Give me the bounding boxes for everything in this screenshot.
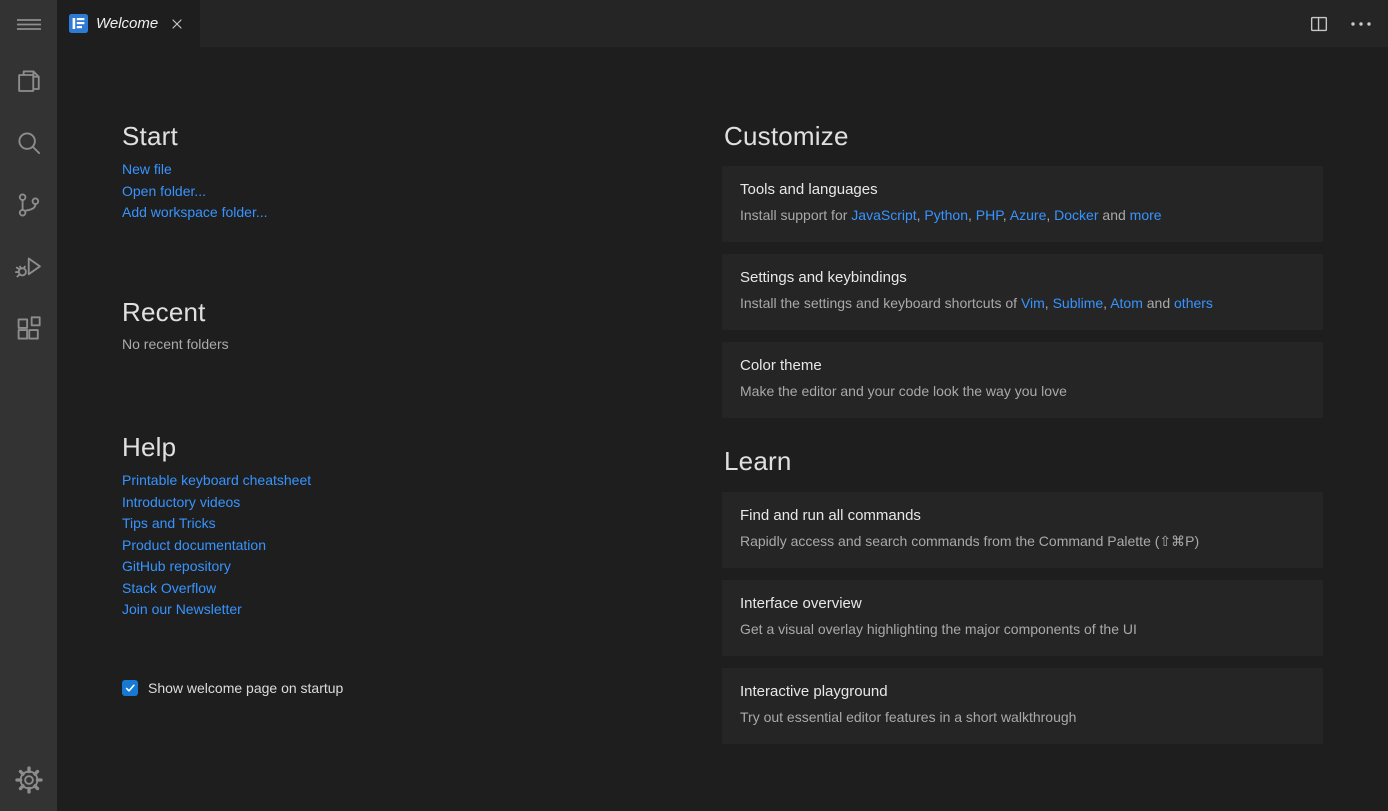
inline-link[interactable]: Sublime: [1053, 295, 1104, 311]
run-debug-icon[interactable]: [0, 236, 57, 298]
explorer-files-icon[interactable]: [0, 50, 57, 112]
inline-link[interactable]: Atom: [1110, 295, 1143, 311]
tab-label: Welcome: [96, 15, 158, 32]
startup-checkbox-label: Show welcome page on startup: [148, 680, 343, 696]
card-title: Interface overview: [740, 595, 1305, 612]
tab-welcome[interactable]: Welcome: [57, 0, 200, 47]
close-icon[interactable]: [168, 15, 186, 33]
card-description: Get a visual overlay highlighting the ma…: [740, 620, 1305, 638]
link-stack-overflow[interactable]: Stack Overflow: [122, 578, 311, 600]
inline-link[interactable]: Vim: [1021, 295, 1045, 311]
card-description: Install the settings and keyboard shortc…: [740, 294, 1305, 312]
help-heading: Help: [122, 432, 176, 463]
menu-icon[interactable]: [0, 0, 57, 47]
card-title: Color theme: [740, 357, 1305, 374]
customize-heading: Customize: [724, 121, 849, 152]
inline-link[interactable]: more: [1130, 207, 1162, 223]
split-editor-icon[interactable]: [1308, 13, 1330, 35]
start-links: New file Open folder... Add workspace fo…: [122, 159, 268, 224]
inline-link[interactable]: Python: [924, 207, 968, 223]
search-icon[interactable]: [0, 112, 57, 174]
link-join-newsletter[interactable]: Join our Newsletter: [122, 599, 311, 621]
card-color-theme[interactable]: Color theme Make the editor and your cod…: [722, 342, 1323, 418]
card-title: Tools and languages: [740, 181, 1305, 198]
link-keyboard-cheatsheet[interactable]: Printable keyboard cheatsheet: [122, 470, 311, 492]
ellipsis-icon[interactable]: [1350, 21, 1372, 27]
extensions-icon[interactable]: [0, 298, 57, 360]
recent-heading: Recent: [122, 297, 206, 328]
link-new-file[interactable]: New file: [122, 159, 268, 181]
link-open-folder[interactable]: Open folder...: [122, 181, 268, 203]
card-title: Find and run all commands: [740, 507, 1305, 524]
card-description: Make the editor and your code look the w…: [740, 382, 1305, 400]
link-introductory-videos[interactable]: Introductory videos: [122, 492, 311, 514]
show-welcome-on-startup[interactable]: Show welcome page on startup: [122, 680, 343, 696]
tab-bar: Welcome: [57, 0, 1388, 47]
startup-checkbox[interactable]: [122, 680, 138, 696]
link-add-workspace-folder[interactable]: Add workspace folder...: [122, 202, 268, 224]
link-product-documentation[interactable]: Product documentation: [122, 535, 311, 557]
welcome-page-icon: [69, 14, 88, 33]
source-control-icon[interactable]: [0, 174, 57, 236]
learn-heading: Learn: [724, 446, 792, 477]
inline-link[interactable]: others: [1174, 295, 1213, 311]
card-description: Install support for JavaScript, Python, …: [740, 206, 1305, 224]
card-find-run-commands[interactable]: Find and run all commands Rapidly access…: [722, 492, 1323, 568]
help-links: Printable keyboard cheatsheet Introducto…: [122, 470, 311, 621]
card-title: Interactive playground: [740, 683, 1305, 700]
inline-link[interactable]: JavaScript: [851, 207, 916, 223]
start-heading: Start: [122, 121, 178, 152]
inline-link[interactable]: Docker: [1054, 207, 1098, 223]
activity-bar: [0, 0, 57, 811]
link-tips-and-tricks[interactable]: Tips and Tricks: [122, 513, 311, 535]
card-description: Rapidly access and search commands from …: [740, 532, 1305, 550]
welcome-page: Start New file Open folder... Add worksp…: [57, 47, 1388, 811]
inline-link[interactable]: PHP: [976, 207, 1003, 223]
inline-link[interactable]: Azure: [1010, 207, 1047, 223]
card-settings-and-keybindings[interactable]: Settings and keybindings Install the set…: [722, 254, 1323, 330]
card-interactive-playground[interactable]: Interactive playground Try out essential…: [722, 668, 1323, 744]
card-interface-overview[interactable]: Interface overview Get a visual overlay …: [722, 580, 1323, 656]
settings-gear-icon[interactable]: [0, 756, 57, 803]
link-github-repository[interactable]: GitHub repository: [122, 556, 311, 578]
card-tools-and-languages[interactable]: Tools and languages Install support for …: [722, 166, 1323, 242]
card-title: Settings and keybindings: [740, 269, 1305, 286]
no-recent-folders-text: No recent folders: [122, 336, 229, 352]
card-description: Try out essential editor features in a s…: [740, 708, 1305, 726]
